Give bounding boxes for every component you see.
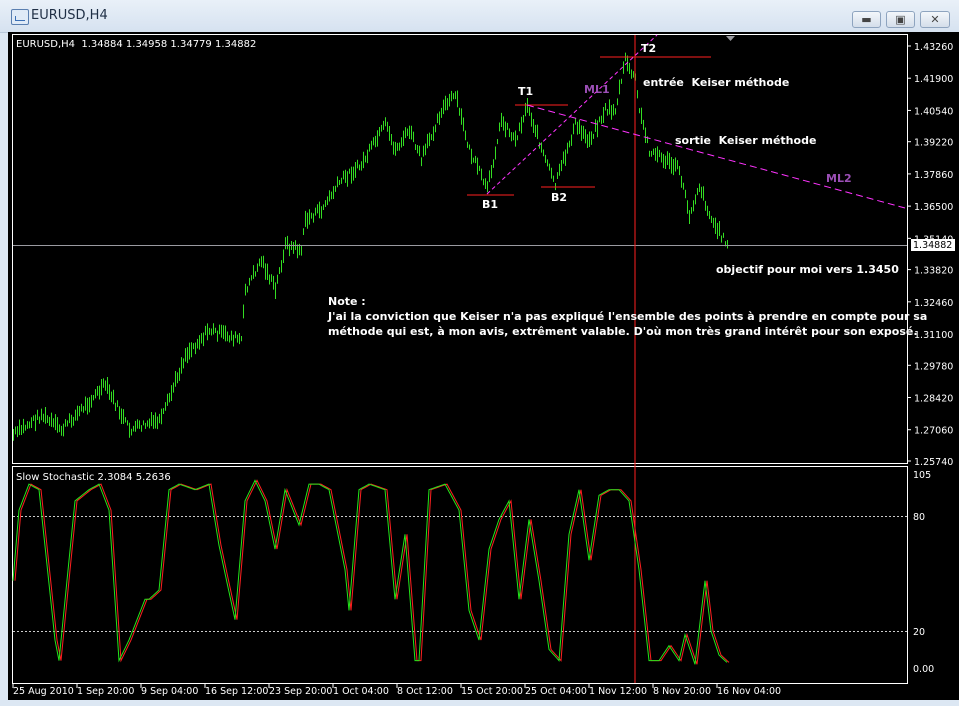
note-line-1: J'ai la conviction que Keiser n'a pas ex… (327, 310, 927, 323)
price-tick-label: 1.31100 (914, 330, 953, 341)
time-tick-label: 25 Aug 2010 (13, 686, 74, 697)
label-entree: entrée Keiser méthode (643, 76, 789, 89)
price-tick-label: 1.28420 (914, 394, 953, 405)
price-tick-label: 1.25740 (914, 457, 953, 468)
price-tick-label: 1.37860 (914, 170, 953, 181)
time-tick-label: 9 Sep 04:00 (141, 686, 198, 697)
note-title: Note : (328, 295, 366, 308)
current-price-label: 1.34882 (913, 240, 952, 251)
time-tick-label: 23 Sep 20:00 (269, 686, 332, 697)
price-tick-label: 1.32460 (914, 298, 953, 309)
label-sortie: sortie Keiser méthode (675, 134, 816, 147)
label-t1: T1 (518, 85, 533, 98)
label-objectif: objectif pour moi vers 1.3450 (716, 263, 899, 276)
label-ml1: ML1 (584, 83, 610, 96)
time-tick-label: 8 Oct 12:00 (397, 686, 453, 697)
time-tick-label: 1 Oct 04:00 (333, 686, 389, 697)
price-tick-label: 1.36500 (914, 202, 953, 213)
time-tick-label: 8 Nov 20:00 (653, 686, 711, 697)
price-tick-label: 1.33820 (914, 266, 953, 277)
time-tick-label: 1 Nov 12:00 (589, 686, 647, 697)
label-b1: B1 (482, 198, 498, 211)
indicator-tick: 0.00 (913, 664, 934, 675)
price-tick-label: 1.40540 (914, 106, 953, 117)
indicator-tick: 105 (913, 470, 931, 481)
time-tick-label: 15 Oct 20:00 (461, 686, 523, 697)
price-tick-label: 1.29780 (914, 361, 953, 372)
indicator-tick: 80 (913, 512, 925, 523)
time-tick-label: 1 Sep 20:00 (77, 686, 134, 697)
price-tick-label: 1.39220 (914, 138, 953, 149)
time-tick-label: 16 Sep 12:00 (205, 686, 268, 697)
time-tick-label: 16 Nov 04:00 (717, 686, 781, 697)
price-tick-label: 1.43260 (914, 42, 953, 53)
note-line-2: méthode qui est, à mon avis, extrêment v… (328, 325, 918, 338)
time-tick-label: 25 Oct 04:00 (525, 686, 587, 697)
indicator-tick: 20 (913, 627, 925, 638)
chart-header-ohlc: EURUSD,H4 1.34884 1.34958 1.34779 1.3488… (16, 39, 256, 50)
time-axis: 25 Aug 2010 1 Sep 20:00 9 Sep 04:00 16 Sep … (12, 684, 781, 697)
label-ml2: ML2 (826, 172, 852, 185)
price-tick-label: 1.27060 (914, 426, 953, 437)
chart-canvas[interactable]: 1.43260 1.41900 1.40540 1.39220 1.37860 1.365… (0, 0, 959, 706)
indicator-title: Slow Stochastic 2.3084 5.2636 (16, 472, 171, 483)
label-t2: T2 (641, 42, 656, 55)
price-tick-label: 1.41900 (914, 74, 953, 85)
label-b2: B2 (551, 191, 567, 204)
